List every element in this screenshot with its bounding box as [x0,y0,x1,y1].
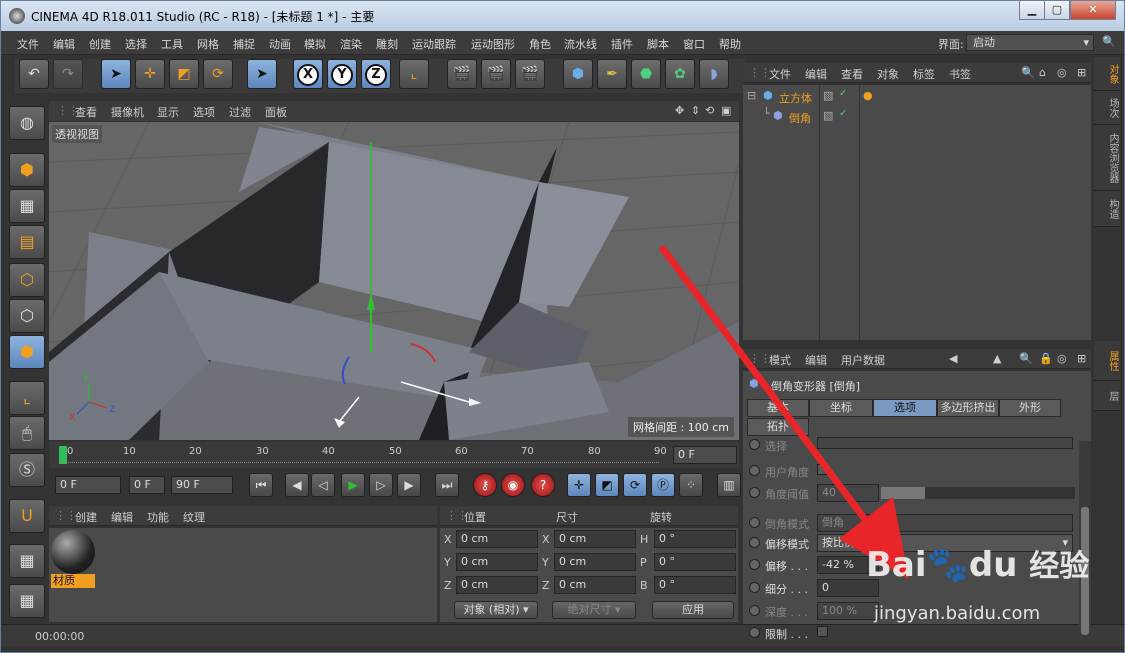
paw-icon: 🐾 [926,545,969,585]
watermark-brand-du: du [968,545,1018,585]
app-window: CINEMA 4D R18.011 Studio (RC - R18) - [未… [0,0,1125,653]
watermark-brand: Bai [866,545,927,585]
watermark-slogan: 经验 [1029,549,1090,584]
watermark-url: jingyan.baidu.com [874,603,1041,624]
baidu-watermark: Bai🐾du 经验 jingyan.baidu.com [866,531,1091,641]
